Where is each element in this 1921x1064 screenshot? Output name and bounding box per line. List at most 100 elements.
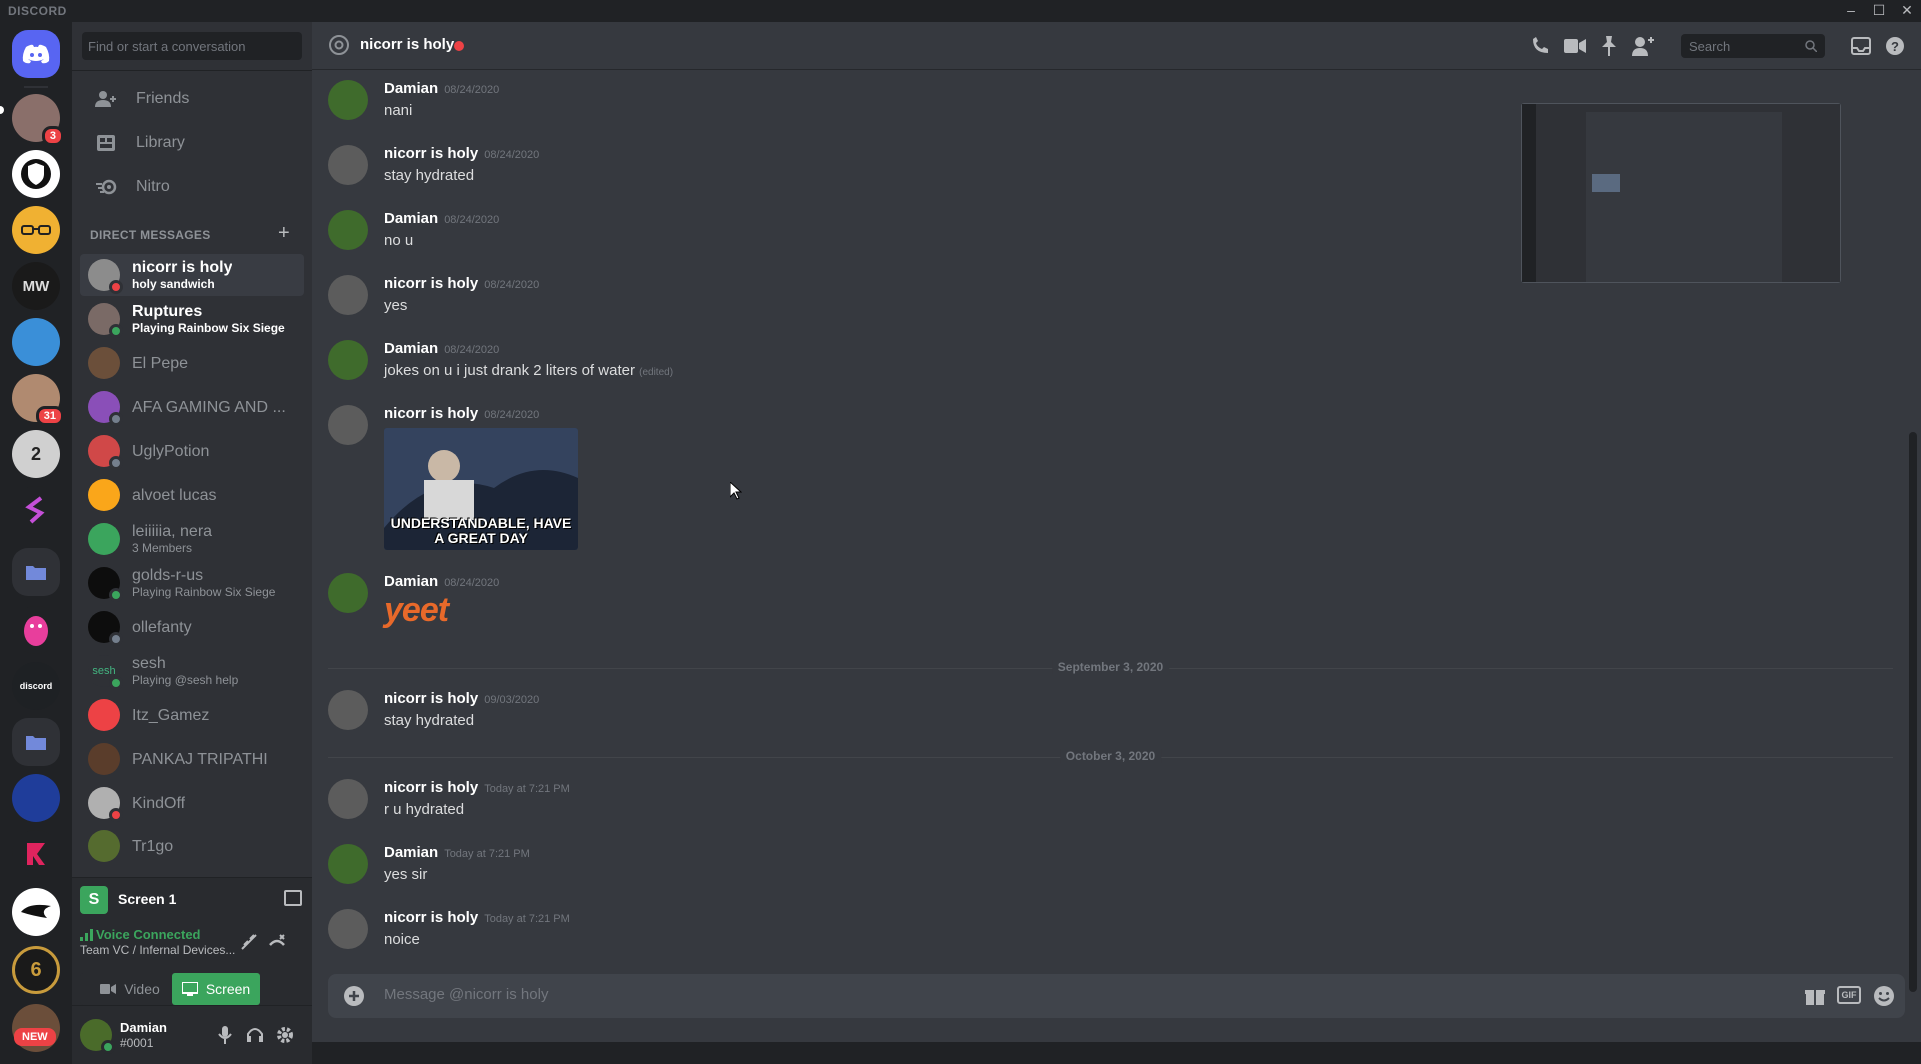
inbox-icon[interactable] xyxy=(1849,34,1873,58)
dm-item[interactable]: PANKAJ TRIPATHI xyxy=(80,738,304,780)
mw-server[interactable]: MW xyxy=(12,262,60,310)
close-window-button[interactable]: ✕ xyxy=(1893,0,1921,22)
dm-item[interactable]: Tr1go xyxy=(80,826,304,866)
minimize-button[interactable]: – xyxy=(1837,0,1865,22)
server-avatar-1[interactable]: 3 xyxy=(12,94,64,146)
shield-server[interactable] xyxy=(12,150,60,198)
meme-image-attachment[interactable]: UNDERSTANDABLE, HAVE A GREAT DAY xyxy=(384,428,578,550)
author-avatar[interactable] xyxy=(328,573,368,613)
fk-server[interactable] xyxy=(12,830,60,878)
fall-guys-server[interactable] xyxy=(12,606,60,654)
devices-server[interactable] xyxy=(12,774,60,822)
maximize-button[interactable]: ☐ xyxy=(1865,0,1893,22)
chat-search-input[interactable]: Search xyxy=(1681,34,1825,58)
author-avatar[interactable] xyxy=(328,909,368,949)
dm-item[interactable]: nicorr is holy holy sandwich xyxy=(80,254,304,296)
add-friends-to-dm-icon[interactable] xyxy=(1631,34,1655,58)
s-server[interactable] xyxy=(12,486,60,534)
settings-gear-icon[interactable] xyxy=(276,1026,294,1044)
gif-picker-icon[interactable]: GIF xyxy=(1837,986,1861,1004)
author-name[interactable]: Damian xyxy=(384,340,438,357)
home-button[interactable] xyxy=(12,30,60,78)
author-name[interactable]: nicorr is holy xyxy=(384,909,478,926)
message-composer[interactable]: Message @nicorr is holy GIF xyxy=(328,974,1905,1018)
user-avatar[interactable] xyxy=(80,1019,115,1054)
avatar xyxy=(88,479,120,511)
dm-status: holy sandwich xyxy=(132,277,215,291)
stream-preview-thumbnail[interactable] xyxy=(1521,103,1841,283)
chat-header: nicorr is holy Search ? xyxy=(312,22,1921,70)
disconnect-call-icon[interactable] xyxy=(268,933,286,951)
chat-area: nicorr is holy Search ? Damian 08/24/2020… xyxy=(312,22,1921,1042)
phoenix-server[interactable] xyxy=(12,888,60,936)
server-folder-2[interactable] xyxy=(12,718,60,766)
author-name[interactable]: nicorr is holy xyxy=(384,145,478,162)
author-avatar[interactable] xyxy=(328,275,368,315)
dm-item[interactable]: Itz_Gamez xyxy=(80,694,304,736)
message-input[interactable]: Message @nicorr is holy xyxy=(384,986,548,1003)
dm-item[interactable]: Ruptures Playing Rainbow Six Siege xyxy=(80,298,304,340)
dm-item[interactable]: sesh sesh Playing @sesh help xyxy=(80,650,304,692)
author-avatar[interactable] xyxy=(328,779,368,819)
microphone-icon[interactable] xyxy=(218,1026,232,1044)
dm-item[interactable]: UglyPotion xyxy=(80,430,304,472)
noise-suppression-icon[interactable] xyxy=(240,933,258,951)
author-name[interactable]: nicorr is holy xyxy=(384,275,478,292)
server-folder[interactable] xyxy=(12,548,60,596)
dm-item[interactable]: alvoet lucas xyxy=(80,474,304,516)
headphones-icon[interactable] xyxy=(246,1026,264,1042)
author-avatar[interactable] xyxy=(328,690,368,730)
author-name[interactable]: nicorr is holy xyxy=(384,779,478,796)
message-timestamp: 08/24/2020 xyxy=(484,409,540,421)
cartoon-server[interactable] xyxy=(12,318,60,366)
title-bar: DISCORD – ☐ ✕ xyxy=(0,0,1921,22)
author-avatar[interactable] xyxy=(328,844,368,884)
find-conversation-input[interactable]: Find or start a conversation xyxy=(82,32,302,60)
siege-server[interactable]: 6 xyxy=(12,946,60,994)
dm-item[interactable]: leiiiiia, nera 3 Members xyxy=(80,518,304,560)
author-avatar[interactable] xyxy=(328,210,368,250)
author-name[interactable]: nicorr is holy xyxy=(384,690,478,707)
emoji-picker-icon[interactable] xyxy=(1873,985,1895,1007)
dm-item[interactable]: golds-r-us Playing Rainbow Six Siege xyxy=(80,562,304,604)
two-server[interactable]: 2 xyxy=(12,430,60,478)
upload-attachment-icon[interactable] xyxy=(344,986,364,1006)
message-text: jokes on u i just drank 2 liters of wate… xyxy=(384,362,635,379)
dm-name: golds-r-us xyxy=(132,567,204,584)
author-name[interactable]: Damian xyxy=(384,80,438,97)
dm-item[interactable]: AFA GAMING AND ... xyxy=(80,386,304,428)
dm-name: KindOff xyxy=(132,794,186,812)
author-name[interactable]: Damian xyxy=(384,573,438,590)
guild-separator xyxy=(24,86,48,88)
author-avatar[interactable] xyxy=(328,340,368,380)
pinned-messages-icon[interactable] xyxy=(1597,34,1621,58)
dm-item[interactable]: ollefanty xyxy=(80,606,304,648)
new-unreads-badge[interactable]: NEW xyxy=(14,1028,56,1046)
start-voice-call-icon[interactable] xyxy=(1529,34,1553,58)
author-avatar[interactable] xyxy=(328,405,368,445)
discord-bio-server[interactable]: discord xyxy=(12,662,60,710)
s-logo-icon xyxy=(25,496,45,524)
author-avatar[interactable] xyxy=(328,80,368,120)
video-button[interactable]: Video xyxy=(80,973,180,1005)
author-name[interactable]: nicorr is holy xyxy=(384,405,478,422)
dm-item[interactable]: KindOff xyxy=(80,782,304,824)
gift-icon[interactable] xyxy=(1805,986,1825,1006)
author-name[interactable]: Damian xyxy=(384,844,438,861)
chat-scrollbar[interactable] xyxy=(1909,432,1917,992)
voice-channel-link[interactable]: Team VC / Infernal Devices... xyxy=(80,943,235,957)
help-icon[interactable]: ? xyxy=(1883,34,1907,58)
nav-friends[interactable]: Friends xyxy=(80,78,304,120)
dm-item[interactable]: El Pepe xyxy=(80,342,304,384)
stop-stream-icon[interactable] xyxy=(284,890,302,906)
dm-name: alvoet lucas xyxy=(132,486,217,504)
nav-library[interactable]: Library xyxy=(80,122,304,164)
screen-button[interactable]: Screen xyxy=(172,973,260,1005)
cat-server[interactable]: 31 xyxy=(12,374,64,426)
create-dm-button[interactable]: + xyxy=(278,222,290,245)
nav-nitro[interactable]: Nitro xyxy=(80,166,304,208)
start-video-call-icon[interactable] xyxy=(1563,34,1587,58)
author-name[interactable]: Damian xyxy=(384,210,438,227)
author-avatar[interactable] xyxy=(328,145,368,185)
glasses-server[interactable] xyxy=(12,206,60,254)
